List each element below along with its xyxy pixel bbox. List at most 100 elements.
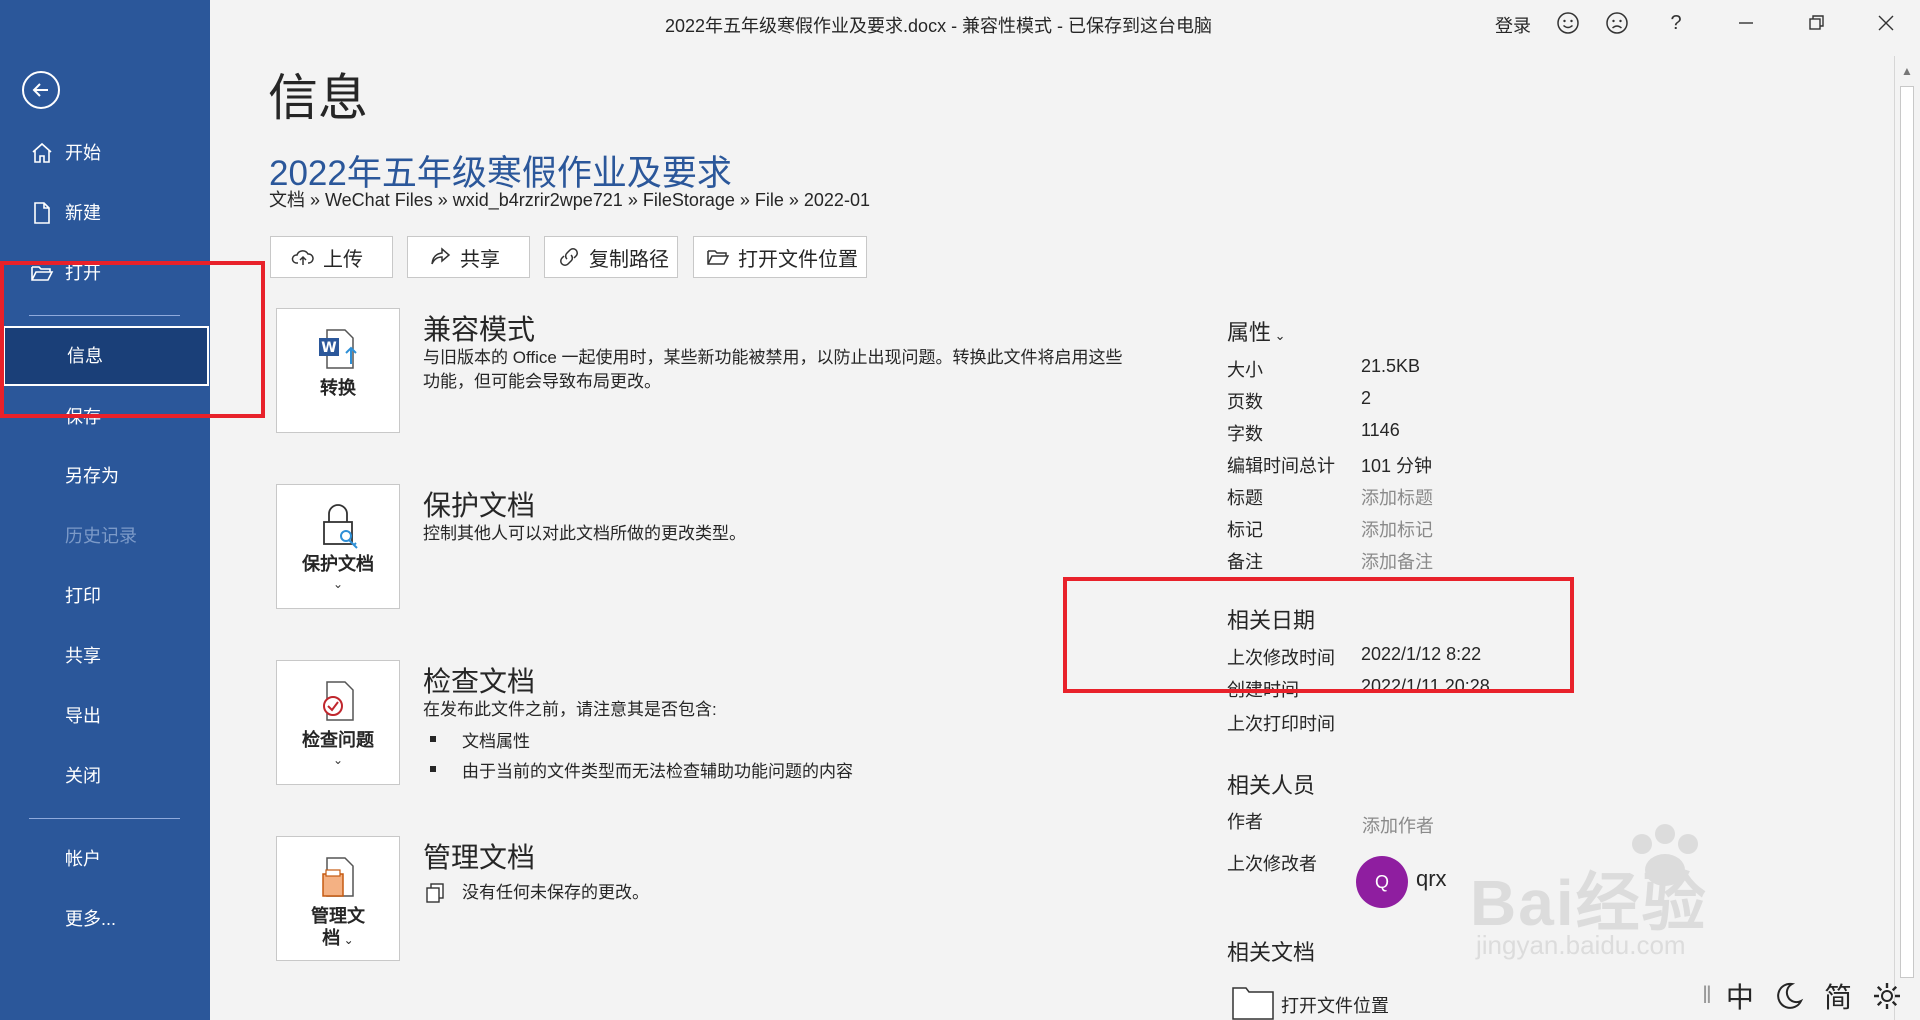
prop-label: 页数 <box>1227 392 1263 412</box>
share-label: 共享 <box>460 248 500 271</box>
scrollbar-thumb[interactable] <box>1900 86 1914 978</box>
manage-label-line2: 档 <box>322 928 341 948</box>
sidebar-item-share[interactable]: 共享 <box>0 626 210 686</box>
prop-value: 21.5KB <box>1361 356 1421 376</box>
window-title: 2022年五年级寒假作业及要求.docx - 兼容性模式 - 已保存到这台电脑 <box>665 16 1213 36</box>
check-issues-button[interactable]: 检查问题 ⌄ <box>276 660 400 785</box>
copy-path-label: 复制路径 <box>589 248 669 271</box>
sidebar-item-account[interactable]: 帐户 <box>0 829 210 889</box>
avatar[interactable]: Q <box>1356 856 1408 908</box>
back-arrow-icon <box>32 83 48 97</box>
restore-icon[interactable] <box>1803 10 1829 36</box>
convert-button-label: 转换 <box>320 378 356 398</box>
share-button[interactable]: 共享 <box>407 236 530 278</box>
sidebar-item-label: 另存为 <box>65 466 119 486</box>
prop-value: 1146 <box>1361 420 1400 440</box>
breadcrumb: 文档 » WeChat Files » wxid_b4rzrir2wpe721 … <box>269 190 870 210</box>
home-icon <box>32 142 52 163</box>
last-modified-by-label: 上次修改者 <box>1227 854 1317 874</box>
protect-document-title: 保护文档 <box>423 490 536 521</box>
related-documents-heading: 相关文档 <box>1227 940 1316 965</box>
inspect-bullet-text: 由于当前的文件类型而无法检查辅助功能问题的内容 <box>462 762 853 781</box>
sidebar-item-label: 打印 <box>65 586 101 606</box>
minimize-icon[interactable] <box>1733 10 1759 36</box>
add-author-field[interactable]: 添加作者 <box>1362 812 1434 838</box>
sidebar-item-save-as[interactable]: 另存为 <box>0 446 210 506</box>
folder-open-icon <box>707 250 730 265</box>
manage-label-line1: 管理文 <box>311 906 365 926</box>
protect-document-button[interactable]: 保护文档 ⌄ <box>276 484 400 609</box>
prop-label: 标记 <box>1227 520 1263 540</box>
title-bar: 2022年五年级寒假作业及要求.docx - 兼容性模式 - 已保存到这台电脑 … <box>210 0 1920 46</box>
vertical-scrollbar[interactable]: ▲ <box>1894 56 1920 1020</box>
add-comment-field[interactable]: 添加备注 <box>1361 548 1433 574</box>
manage-document-description: 没有任何未保存的更改。 <box>462 883 649 902</box>
upload-button[interactable]: 上传 <box>270 236 393 278</box>
manage-document-icon <box>322 857 354 897</box>
new-document-icon <box>34 202 50 224</box>
sidebar-item-print[interactable]: 打印 <box>0 566 210 626</box>
watermark: Bai经验 jingyan.baidu.com <box>1470 822 1830 972</box>
convert-button[interactable]: W 转换 <box>276 308 400 433</box>
ime-language[interactable]: 中 <box>1726 976 1754 1016</box>
open-file-location-link[interactable]: 打开文件位置 <box>1281 992 1389 1018</box>
sidebar-item-export[interactable]: 导出 <box>0 686 210 746</box>
page-title: 信息 <box>268 70 368 126</box>
sidebar-item-label: 共享 <box>65 646 101 666</box>
inspect-bullet-text: 文档属性 <box>462 732 530 751</box>
gear-icon[interactable] <box>1872 981 1902 1011</box>
share-icon <box>431 247 451 265</box>
backstage-sidebar: 开始 新建 打开 信息 保存 另存为 历史记录 打印 共享 导出 关闭 帐户 更… <box>0 0 210 1020</box>
frown-icon[interactable] <box>1604 10 1630 36</box>
compat-mode-title: 兼容模式 <box>423 314 536 345</box>
folder-icon <box>1232 987 1274 1020</box>
sidebar-item-home[interactable]: 开始 <box>0 123 210 183</box>
ime-mode[interactable]: 简 <box>1824 976 1852 1016</box>
last-modified-by-name[interactable]: qrx <box>1416 866 1447 892</box>
sidebar-item-new[interactable]: 新建 <box>0 183 210 243</box>
chevron-down-icon: ⌄ <box>332 753 344 767</box>
upload-label: 上传 <box>323 248 363 271</box>
manage-document-title: 管理文档 <box>423 842 536 873</box>
highlight-box-dates <box>1063 577 1574 693</box>
versions-icon <box>426 883 444 903</box>
chevron-down-icon: ⌄ <box>332 577 344 591</box>
login-link[interactable]: 登录 <box>1495 12 1531 38</box>
sidebar-item-label: 导出 <box>65 706 101 726</box>
inspect-document-description: 在发布此文件之前，请注意其是否包含: <box>423 700 717 719</box>
chevron-down-icon: ⌄ <box>1271 328 1286 343</box>
compat-mode-description: 与旧版本的 Office 一起使用时，某些新功能被禁用，以防止出现问题。转换此文… <box>423 348 1123 391</box>
scroll-up-icon[interactable]: ▲ <box>1901 64 1913 78</box>
prop-value: 2 <box>1361 388 1372 408</box>
watermark-url: jingyan.baidu.com <box>1476 930 1686 960</box>
sidebar-item-label: 历史记录 <box>65 526 137 546</box>
add-title-field[interactable]: 添加标题 <box>1361 484 1433 510</box>
check-issues-button-label: 检查问题 <box>302 730 374 750</box>
date-label: 上次打印时间 <box>1227 714 1335 734</box>
sidebar-item-label: 关闭 <box>65 766 101 786</box>
properties-heading[interactable]: 属性 ⌄ <box>1227 315 1286 347</box>
add-tag-field[interactable]: 添加标记 <box>1361 516 1433 542</box>
related-people-heading: 相关人员 <box>1227 773 1316 798</box>
sidebar-divider <box>29 818 180 819</box>
prop-label: 大小 <box>1227 360 1263 380</box>
document-check-icon <box>323 681 354 721</box>
prop-label: 标题 <box>1227 488 1263 508</box>
sidebar-item-history: 历史记录 <box>0 506 210 566</box>
smiley-icon[interactable] <box>1555 10 1581 36</box>
link-icon <box>560 248 578 266</box>
copy-path-button[interactable]: 复制路径 <box>544 236 678 278</box>
author-label: 作者 <box>1227 812 1263 832</box>
ime-status-bar: ‖ 中 简 <box>1702 977 1902 1015</box>
close-icon[interactable] <box>1873 10 1899 36</box>
manage-document-button[interactable]: 管理文档 ⌄ <box>276 836 400 961</box>
back-button[interactable] <box>22 71 60 109</box>
moon-icon[interactable] <box>1774 981 1804 1011</box>
prop-label: 备注 <box>1227 552 1263 572</box>
help-icon[interactable]: ? <box>1663 10 1689 36</box>
manage-document-button-label: 管理文档 ⌄ <box>311 906 365 948</box>
open-file-location-button[interactable]: 打开文件位置 <box>693 236 867 278</box>
protect-document-button-label: 保护文档 <box>302 554 374 574</box>
sidebar-item-close[interactable]: 关闭 <box>0 746 210 806</box>
sidebar-item-more[interactable]: 更多... <box>0 889 210 949</box>
